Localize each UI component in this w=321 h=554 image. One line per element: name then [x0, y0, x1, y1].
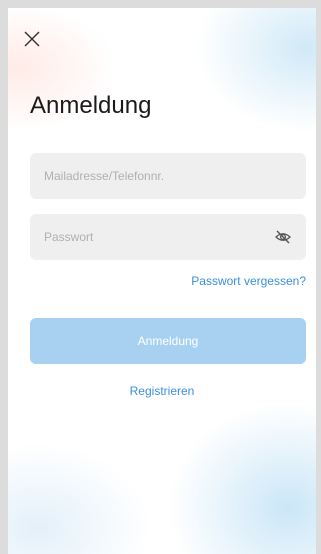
email-field-container [30, 153, 306, 199]
eye-off-icon[interactable] [274, 228, 292, 246]
close-icon[interactable] [22, 29, 42, 49]
password-field[interactable] [44, 214, 264, 260]
page-title: Anmeldung [30, 92, 152, 119]
forgot-password-link[interactable]: Passwort vergessen? [191, 274, 306, 288]
login-screen: Anmeldung Passwort vergessen? Anmeldung … [8, 8, 316, 554]
password-field-container [30, 214, 306, 260]
email-field[interactable] [44, 153, 264, 199]
login-button[interactable]: Anmeldung [30, 318, 306, 364]
register-link[interactable]: Registrieren [8, 384, 316, 398]
